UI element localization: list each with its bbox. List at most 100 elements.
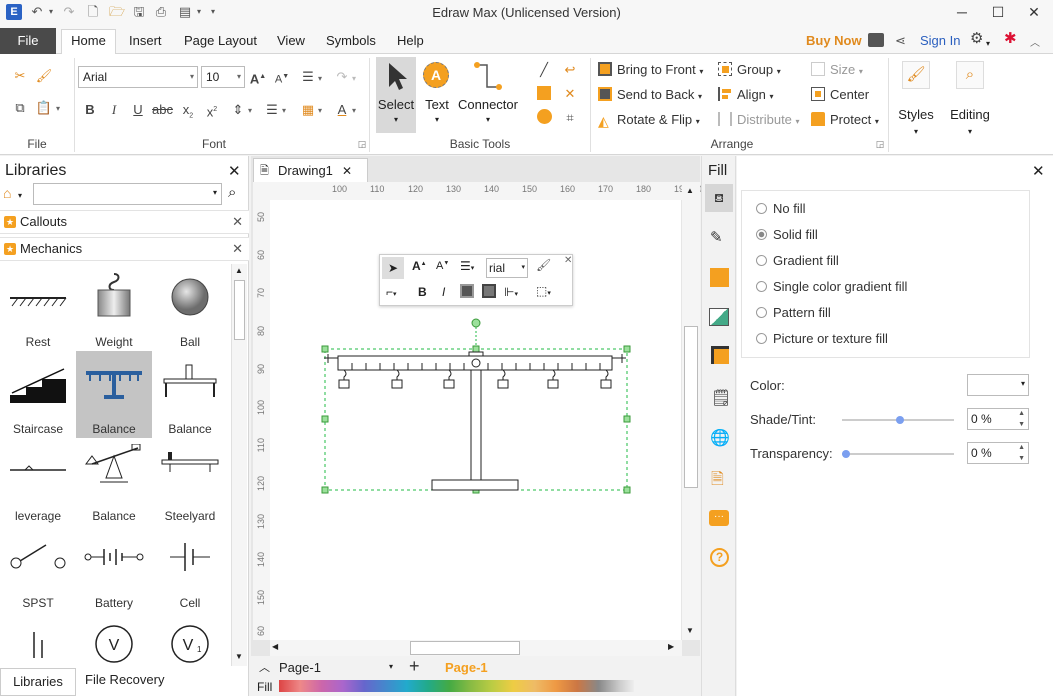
strikethrough-icon[interactable]: abc: [152, 100, 173, 120]
rotate-flip-button[interactable]: ◭ Rotate & Flip ▾: [598, 111, 700, 131]
mini-shrink-font-icon[interactable]: A▼: [436, 260, 449, 272]
canvas-horizontal-scrollbar[interactable]: ◀ ▶: [270, 640, 682, 656]
shape-ball[interactable]: Ball: [152, 264, 228, 351]
scroll-down-icon[interactable]: ▼: [235, 652, 243, 661]
close-category-icon[interactable]: ✕: [232, 211, 243, 233]
shape-balance-selected[interactable]: Balance: [76, 351, 152, 438]
protect-button[interactable]: Protect ▾: [811, 111, 879, 131]
arrange-dialog-launcher-icon[interactable]: ◲: [870, 134, 890, 154]
help-icon[interactable]: ?: [710, 548, 729, 567]
copy-icon[interactable]: ⧉: [10, 98, 30, 118]
library-category-callouts[interactable]: ★ Callouts ✕: [0, 210, 249, 234]
shape-staircase[interactable]: Staircase: [0, 351, 76, 438]
grow-font-icon[interactable]: A▲: [248, 67, 268, 87]
align-button[interactable]: Align ▾: [718, 86, 774, 106]
search-icon[interactable]: ⌕: [228, 184, 236, 201]
add-page-icon[interactable]: +: [409, 656, 420, 677]
sign-in-link[interactable]: Sign In: [920, 32, 960, 50]
rotate-handle[interactable]: [471, 318, 481, 328]
fill-option-pattern[interactable]: Pattern fill: [756, 305, 831, 321]
arc-tool-icon[interactable]: ↩: [560, 60, 580, 80]
close-category-icon[interactable]: ✕: [232, 238, 243, 260]
fill-option-none[interactable]: No fill: [756, 201, 806, 217]
theme-icon[interactable]: ✱: [1004, 30, 1017, 48]
font-color-dropdown-icon[interactable]: ▾: [352, 106, 356, 115]
mini-font-select[interactable]: rial ▾: [486, 258, 528, 278]
shape-steelyard[interactable]: Steelyard: [152, 438, 228, 525]
color-swatches[interactable]: [279, 680, 634, 692]
image-icon[interactable]: [709, 308, 729, 326]
settings-dropdown-icon[interactable]: ▾: [986, 35, 990, 53]
scroll-up-icon[interactable]: ▲: [686, 186, 694, 195]
attachment-icon[interactable]: 🗎: [711, 468, 724, 495]
shade-tint-input[interactable]: 0 % ▲ ▼: [967, 408, 1029, 430]
close-tab-icon[interactable]: ✕: [342, 159, 352, 183]
tab-insert[interactable]: Insert: [129, 32, 162, 50]
spinner-arrows-icon[interactable]: ▲ ▼: [1018, 408, 1025, 430]
superscript-icon[interactable]: x2: [202, 100, 222, 120]
mini-italic-icon[interactable]: I: [442, 285, 445, 299]
transparency-input[interactable]: 0 % ▲ ▼: [967, 442, 1029, 464]
fill-icon[interactable]: ⛾: [705, 184, 733, 212]
line-tool-icon[interactable]: ╱: [534, 60, 554, 80]
library-scrollbar[interactable]: ▲ ▼: [231, 264, 247, 666]
globe-icon[interactable]: 🌐: [710, 428, 730, 448]
page-dropdown-icon[interactable]: ▾: [389, 662, 393, 671]
group-button[interactable]: Group ▾: [718, 61, 781, 81]
scroll-thumb[interactable]: [684, 326, 698, 488]
mini-distribute-icon[interactable]: ⊩▾: [504, 285, 518, 299]
color-picker[interactable]: ▾: [967, 374, 1029, 396]
ellipse-tool-icon[interactable]: [534, 108, 554, 128]
balance-drawing[interactable]: [318, 314, 634, 498]
fill-option-picture[interactable]: Picture or texture fill: [756, 331, 888, 347]
distribute-button[interactable]: Distribute ▾: [718, 111, 800, 131]
scroll-thumb[interactable]: [234, 280, 245, 340]
font-color-icon[interactable]: A: [332, 100, 352, 120]
bring-to-front-button[interactable]: Bring to Front ▾: [598, 61, 703, 81]
shape-leverage[interactable]: leverage: [0, 438, 76, 525]
text-tool[interactable]: A Text ▾: [420, 57, 454, 133]
align-dropdown-icon[interactable]: ▾: [318, 74, 322, 83]
shape-cell[interactable]: Cell: [152, 525, 228, 612]
bold-icon[interactable]: B: [80, 100, 100, 120]
comment-icon[interactable]: ···: [709, 510, 729, 526]
bullets-dropdown-icon[interactable]: ▾: [282, 106, 286, 115]
settings-gear-icon[interactable]: ⚙: [970, 30, 983, 48]
file-recovery-tab[interactable]: File Recovery: [85, 672, 164, 687]
scroll-down-icon[interactable]: ▼: [686, 626, 694, 635]
home-icon[interactable]: ⌂: [3, 185, 11, 201]
shape-rest[interactable]: Rest: [0, 264, 76, 351]
highlight-icon[interactable]: ▦: [298, 100, 318, 120]
font-name-select[interactable]: Arial ▾: [78, 66, 198, 88]
fill-option-single-gradient[interactable]: Single color gradient fill: [756, 279, 907, 295]
bullets-icon[interactable]: ☰: [262, 100, 282, 120]
paste-dropdown-icon[interactable]: ▾: [56, 104, 60, 113]
scroll-thumb[interactable]: [410, 641, 520, 655]
libraries-bottom-tab[interactable]: Libraries: [0, 668, 76, 696]
text-direction-icon[interactable]: ↷: [332, 67, 352, 87]
mini-toolbar-close-icon[interactable]: ✕: [564, 255, 572, 266]
shadow-icon[interactable]: [710, 268, 729, 287]
document-tab[interactable]: 🗎 Drawing1 ✕: [253, 158, 368, 183]
fill-option-gradient[interactable]: Gradient fill: [756, 253, 839, 269]
library-category-mechanics[interactable]: ★ Mechanics ✕: [0, 237, 249, 261]
paste-icon[interactable]: 📋: [34, 98, 54, 118]
text-direction-dropdown-icon[interactable]: ▾: [352, 74, 356, 83]
transparency-slider[interactable]: [842, 450, 954, 458]
shade-tint-slider[interactable]: [842, 416, 954, 424]
italic-icon[interactable]: I: [104, 100, 124, 120]
tab-file[interactable]: File: [0, 28, 56, 54]
underline-icon[interactable]: U: [128, 100, 148, 120]
crop-tool-icon[interactable]: ⌗: [560, 108, 580, 128]
shape-balance-2[interactable]: Balance: [152, 351, 228, 438]
mini-grow-font-icon[interactable]: A▲: [412, 259, 427, 273]
tab-page-layout[interactable]: Page Layout: [184, 32, 257, 50]
mini-align-icon[interactable]: ☰▾: [460, 259, 474, 273]
tab-home[interactable]: Home: [61, 29, 116, 55]
page-select[interactable]: Page-1: [279, 660, 321, 675]
maximize-button[interactable]: ☐: [982, 0, 1014, 26]
styles-button[interactable]: 🖌 Styles ▾: [893, 59, 939, 147]
mini-style-icon[interactable]: ⬚▾: [536, 284, 551, 298]
mini-connector-icon[interactable]: ⌐▾: [386, 285, 397, 299]
cart-icon[interactable]: [868, 33, 884, 47]
